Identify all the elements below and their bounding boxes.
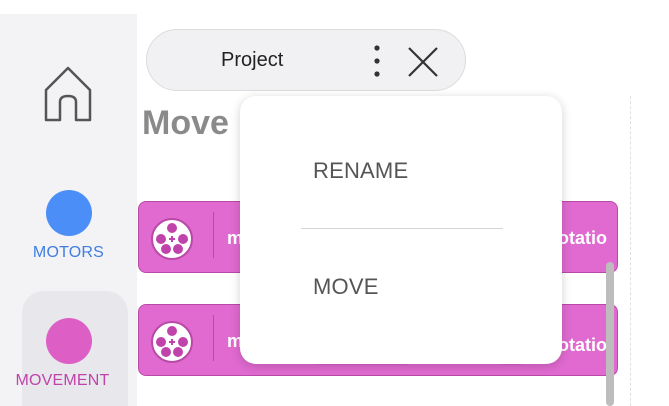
- more-vertical-icon: [374, 45, 380, 77]
- palette-heading: Move: [142, 104, 229, 142]
- block-separator: [213, 212, 214, 258]
- project-title: Project: [221, 49, 284, 71]
- top-strip: [0, 0, 669, 14]
- menu-divider: [301, 228, 503, 229]
- category-movement[interactable]: MOVEMENT: [0, 318, 137, 390]
- more-options-button[interactable]: [369, 44, 385, 78]
- project-tab[interactable]: Project: [146, 29, 466, 91]
- close-icon: [408, 47, 438, 77]
- movement-block-icon: [151, 218, 193, 260]
- category-label: MOTORS: [32, 244, 105, 261]
- right-panel-edge: [630, 96, 669, 406]
- home-button[interactable]: [40, 60, 96, 126]
- category-motors[interactable]: MOTORS: [0, 190, 137, 262]
- movement-category-icon: [45, 318, 92, 364]
- category-label: MOVEMENT: [15, 372, 110, 389]
- menu-item-move[interactable]: MOVE: [313, 274, 379, 300]
- motors-category-icon: [45, 190, 92, 236]
- scrollbar[interactable]: [606, 262, 614, 406]
- home-icon: [44, 66, 92, 122]
- block-separator: [213, 315, 214, 361]
- close-project-button[interactable]: [405, 44, 441, 80]
- movement-block-icon: [151, 321, 193, 363]
- project-options-menu: RENAME MOVE: [240, 96, 562, 364]
- menu-item-rename[interactable]: RENAME: [313, 158, 408, 184]
